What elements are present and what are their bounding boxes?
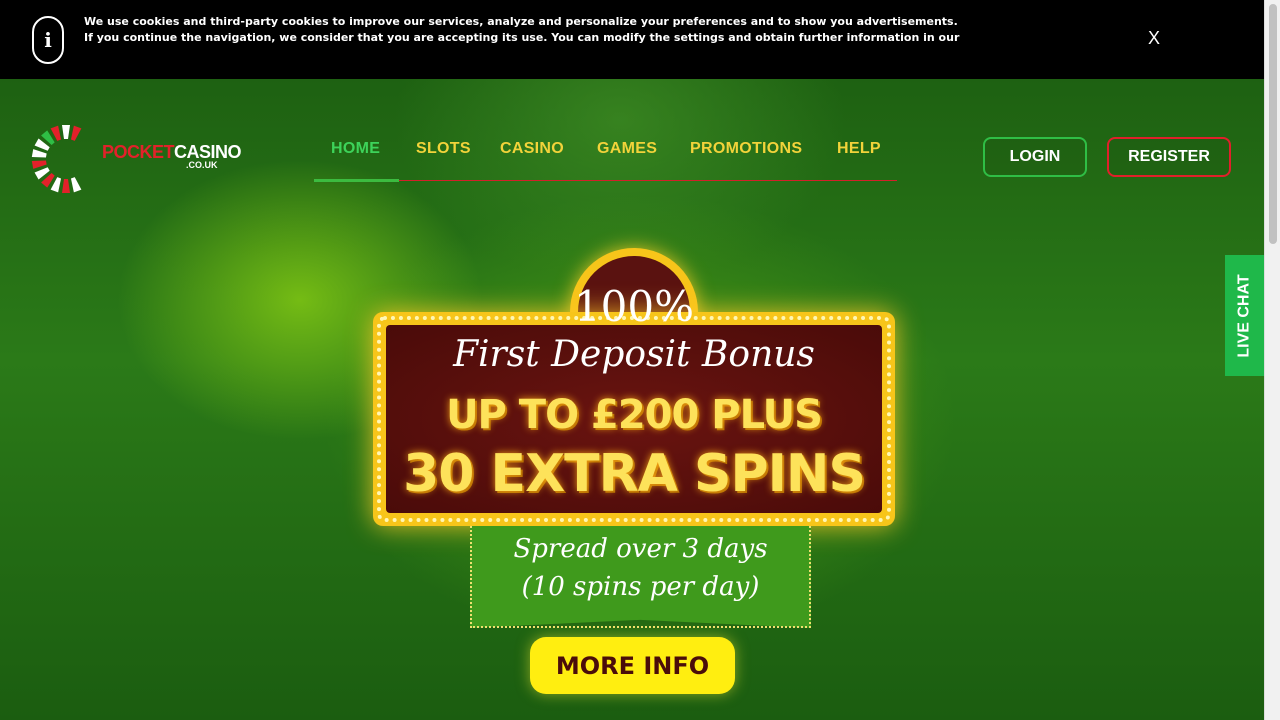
nav-active-indicator bbox=[314, 179, 399, 182]
bonus-amount: UP TO £200 PLUS bbox=[446, 392, 823, 438]
bonus-percent: 100% bbox=[573, 282, 695, 331]
page-background: i We use cookies and third-party cookies… bbox=[0, 0, 1264, 720]
register-button[interactable]: REGISTER bbox=[1107, 137, 1231, 177]
more-info-button[interactable]: MORE INFO bbox=[530, 637, 735, 694]
nav-item-slots[interactable]: SLOTS bbox=[416, 140, 471, 158]
pocketcasino-logo[interactable]: POCKETCASINO .CO.UK bbox=[30, 122, 242, 196]
main-nav: HOME SLOTS CASINO GAMES PROMOTIONS HELP bbox=[314, 130, 897, 182]
nav-item-casino[interactable]: CASINO bbox=[500, 140, 564, 158]
ribbon-text-days: Spread over 3 days bbox=[513, 534, 768, 564]
ribbon-text-spins: (10 spins per day) bbox=[521, 572, 760, 602]
scrollbar[interactable] bbox=[1264, 0, 1280, 720]
bonus-spins: 30 EXTRA SPINS bbox=[403, 444, 866, 504]
login-button[interactable]: LOGIN bbox=[983, 137, 1087, 177]
nav-item-games[interactable]: GAMES bbox=[597, 140, 657, 158]
live-chat-label: LIVE CHAT bbox=[1235, 273, 1253, 358]
roulette-wheel-icon bbox=[31, 125, 82, 193]
close-cookie-button[interactable]: X bbox=[1148, 28, 1160, 49]
cookie-banner: i We use cookies and third-party cookies… bbox=[0, 0, 1264, 79]
info-icon: i bbox=[32, 16, 64, 64]
nav-item-promotions[interactable]: PROMOTIONS bbox=[690, 140, 802, 158]
cookie-message: We use cookies and third-party cookies t… bbox=[84, 15, 960, 44]
nav-item-help[interactable]: HELP bbox=[837, 140, 881, 158]
scrollbar-thumb[interactable] bbox=[1269, 4, 1277, 244]
bonus-headline: First Deposit Bonus bbox=[453, 334, 815, 375]
logo-domain: .CO.UK bbox=[186, 160, 218, 170]
logo-wordmark: POCKETCASINO bbox=[102, 142, 242, 162]
live-chat-tab[interactable]: LIVE CHAT bbox=[1225, 255, 1264, 376]
nav-item-home[interactable]: HOME bbox=[331, 140, 380, 158]
